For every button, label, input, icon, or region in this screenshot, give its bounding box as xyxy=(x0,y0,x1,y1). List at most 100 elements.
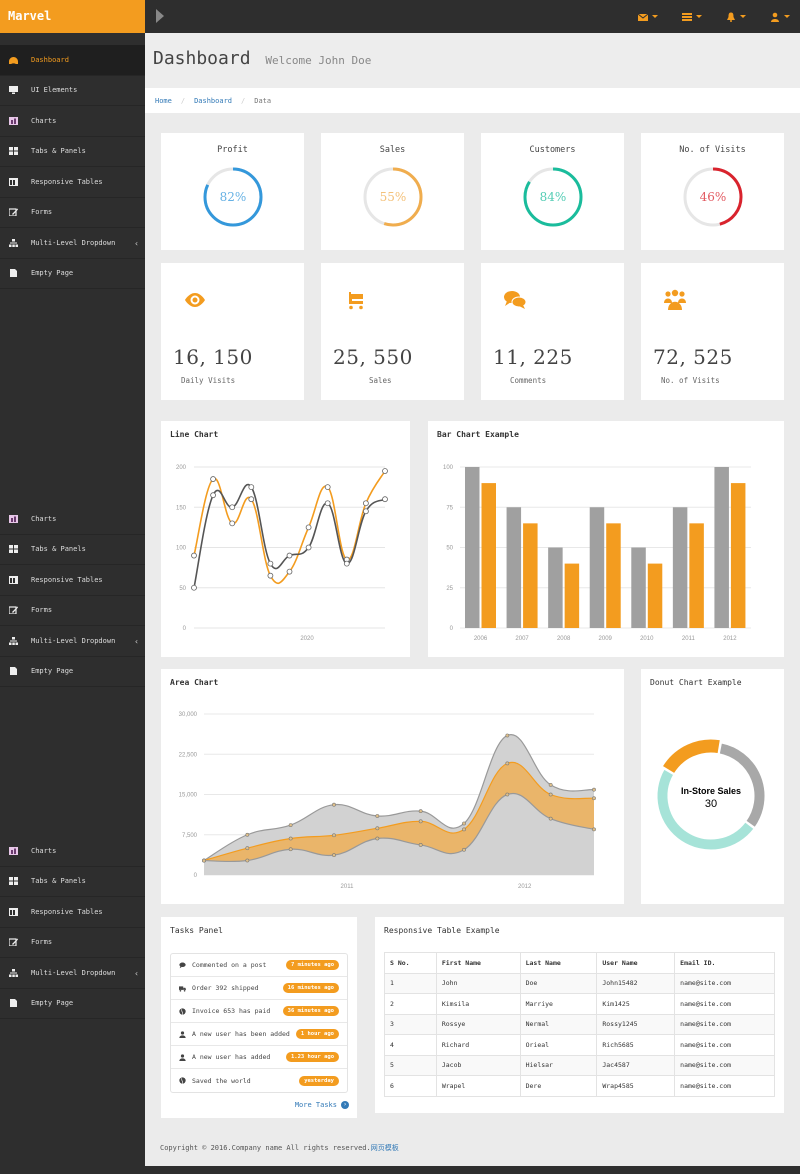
task-text: Saved the world xyxy=(192,1076,251,1085)
area-point xyxy=(418,809,423,814)
sidebar-item-tabs-panels[interactable]: Tabs & Panels xyxy=(0,535,145,565)
sidebar-item-empty-page[interactable]: Empty Page xyxy=(0,657,145,687)
line-point xyxy=(324,500,331,507)
caret-down-icon xyxy=(740,15,746,18)
sidebar-item-label: Charts xyxy=(31,514,57,523)
sidebar-item-forms[interactable]: Forms xyxy=(0,596,145,626)
table-panel-title: Responsive Table Example xyxy=(384,926,500,935)
more-tasks-link[interactable]: More Tasks › xyxy=(295,1101,349,1109)
progress-percent: 84% xyxy=(539,190,567,204)
y-tick-label: 75 xyxy=(446,505,453,511)
alerts-dropdown[interactable] xyxy=(726,12,746,22)
area-point xyxy=(548,782,553,787)
line-chart-panel: Line Chart 0 50 100 150 200 2020 xyxy=(161,421,410,657)
x-tick-label: 2006 xyxy=(474,636,488,642)
sidebar-item-forms[interactable]: Forms xyxy=(0,928,145,958)
file-icon xyxy=(9,667,18,676)
sidebar-item-responsive-tables[interactable]: Responsive Tables xyxy=(0,565,145,596)
sidebar-item-label: Tabs & Panels xyxy=(31,877,86,886)
task-text: Invoice 653 has paid xyxy=(192,1007,271,1015)
sidebar-item-responsive-tables[interactable]: Responsive Tables xyxy=(0,167,145,198)
table-cell: 1 xyxy=(384,972,437,994)
sidebar-item-tabs-panels[interactable]: Tabs & Panels xyxy=(0,137,145,167)
table-cell: Kimsila xyxy=(435,993,521,1015)
table-cell: 4 xyxy=(384,1034,437,1056)
sidebar-item-tabs-panels[interactable]: Tabs & Panels xyxy=(0,867,145,897)
table-cell: name@site.com xyxy=(674,1034,775,1056)
table-header-cell: S No. xyxy=(384,952,437,974)
line-point xyxy=(324,484,331,491)
task-item[interactable]: Commented on a post 7 minutes ago xyxy=(171,954,347,977)
user-icon xyxy=(771,12,779,22)
user-dropdown[interactable] xyxy=(770,12,790,22)
donut-center-value: 30 xyxy=(705,798,717,810)
breadcrumb-home[interactable]: Home xyxy=(155,97,172,105)
breadcrumb-separator: / xyxy=(180,96,186,105)
qrcode-icon xyxy=(9,545,18,554)
sidebar-item-multi-level-dropdown[interactable]: Multi-Level Dropdown ‹ xyxy=(0,626,145,657)
sidebar-toggle-icon[interactable] xyxy=(156,9,164,23)
table-row: 3 Rossye Nermal Rossy1245 name@site.com xyxy=(384,1013,775,1035)
x-tick-label: 2010 xyxy=(640,636,654,642)
area-point xyxy=(592,827,596,832)
sidebar-item-forms[interactable]: Forms xyxy=(0,198,145,228)
progress-percent: 55% xyxy=(379,190,407,204)
task-item[interactable]: A new user has been added 1 hour ago xyxy=(171,1023,347,1046)
sidebar-item-label: UI Elements xyxy=(31,86,78,95)
y-tick-label: 30,000 xyxy=(179,712,198,718)
tasks-panel: Tasks Panel Commented on a post 7 minutes… xyxy=(161,917,357,1118)
bar xyxy=(730,483,746,628)
sidebar-item-multi-level-dropdown[interactable]: Multi-Level Dropdown ‹ xyxy=(0,228,145,259)
table-cell: Hielsar xyxy=(519,1054,598,1076)
sidebar-item-empty-page[interactable]: Empty Page xyxy=(0,989,145,1019)
y-tick-label: 25 xyxy=(446,586,453,592)
task-item[interactable]: Saved the world yesterday xyxy=(171,1069,347,1092)
table-row: 6 Wrapel Dere Wrap4585 name@site.com xyxy=(384,1075,775,1097)
area-point xyxy=(375,836,380,841)
sidebar-item-charts[interactable]: Charts xyxy=(0,106,145,137)
page-subtitle: Welcome John Doe xyxy=(265,54,372,67)
breadcrumb-dashboard[interactable]: Dashboard xyxy=(194,97,232,105)
brand-logo[interactable]: Marvel xyxy=(0,0,145,33)
page-header: Dashboard Welcome John Doe xyxy=(145,33,800,88)
sidebar-item-label: Tabs & Panels xyxy=(31,147,86,156)
sidebar-item-multi-level-dropdown[interactable]: Multi-Level Dropdown ‹ xyxy=(0,958,145,989)
area-point xyxy=(418,819,423,824)
line-point xyxy=(229,504,236,511)
area-point xyxy=(245,832,250,837)
tasks-dropdown[interactable] xyxy=(682,12,702,22)
table-cell: Rossye xyxy=(435,1013,521,1035)
stat-label: Sales xyxy=(369,376,392,385)
sidebar-item-charts[interactable]: Charts xyxy=(0,504,145,535)
bottom-bar xyxy=(145,1166,800,1174)
task-item[interactable]: Order 392 shipped 16 minutes ago xyxy=(171,977,347,1000)
table-header-cell: First Name xyxy=(435,952,521,974)
messages-dropdown[interactable] xyxy=(638,12,658,22)
bar-chart-panel: Bar Chart Example 0 25 50 75 100 2006 2007 2008… xyxy=(428,421,784,657)
progress-percent: 82% xyxy=(219,190,247,204)
sidebar-item-dashboard[interactable]: Dashboard xyxy=(0,45,145,76)
sidebar-menu-repeat: Charts Tabs & Panels Responsive Tables Form… xyxy=(0,836,145,1019)
table-cell: John xyxy=(435,972,521,994)
table-cell: 3 xyxy=(384,1013,437,1035)
table-cell: name@site.com xyxy=(674,1054,775,1076)
footer-link[interactable]: 网页模板 xyxy=(371,1144,399,1152)
footer-copyright: Copyright © 2016.Company name All rights… xyxy=(160,1144,371,1152)
sidebar-item-label: Empty Page xyxy=(31,667,74,676)
task-item[interactable]: A new user has added 1.23 hour ago xyxy=(171,1046,347,1069)
sidebar-item-responsive-tables[interactable]: Responsive Tables xyxy=(0,897,145,928)
line-series-0 xyxy=(193,470,386,585)
bar-chart-icon xyxy=(9,846,18,855)
sidebar-item-ui-elements[interactable]: UI Elements xyxy=(0,76,145,106)
dashboard-icon xyxy=(9,56,18,65)
y-tick-label: 0 xyxy=(450,626,454,632)
sidebar-item-label: Charts xyxy=(31,116,57,125)
sidebar-item-empty-page[interactable]: Empty Page xyxy=(0,259,145,289)
line-point xyxy=(267,572,274,579)
table-cell: Richard xyxy=(435,1034,521,1056)
user-icon xyxy=(179,1053,186,1061)
sidebar-item-charts[interactable]: Charts xyxy=(0,836,145,867)
task-time-badge: yesterday xyxy=(299,1075,339,1086)
table-header-cell: User Name xyxy=(596,952,676,974)
task-item[interactable]: Invoice 653 has paid 36 minutes ago xyxy=(171,1000,347,1023)
